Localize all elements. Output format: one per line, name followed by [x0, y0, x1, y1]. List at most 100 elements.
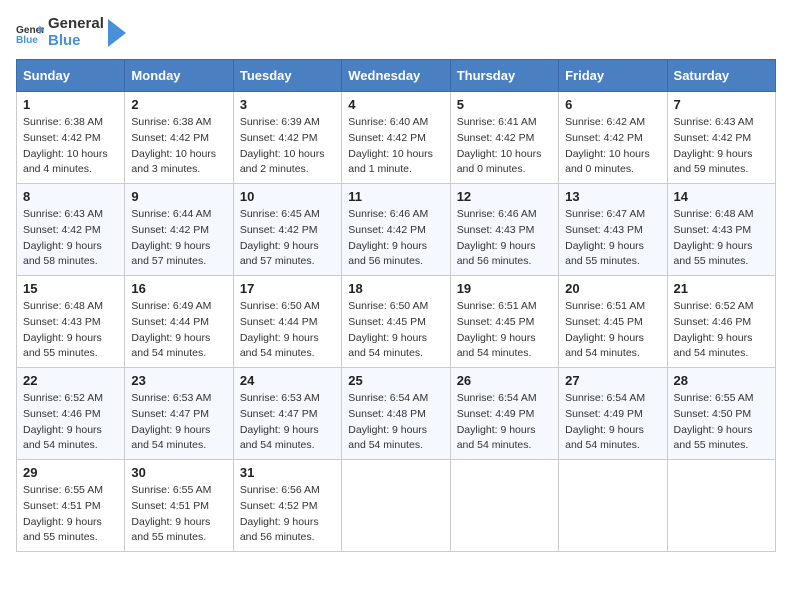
calendar-day-cell: 12Sunrise: 6:46 AMSunset: 4:43 PMDayligh… [450, 184, 558, 276]
weekday-header-cell: Saturday [667, 60, 775, 92]
day-info: Sunrise: 6:54 AMSunset: 4:49 PMDaylight:… [457, 391, 552, 454]
calendar-day-cell: 27 Sunrise: 6:54 AMSunset: 4:49 PMDayligh… [559, 368, 667, 460]
day-number: 19 [457, 281, 552, 296]
day-number: 29 [23, 465, 118, 480]
calendar-day-cell [342, 460, 450, 552]
day-number: 17 [240, 281, 335, 296]
day-info: Sunrise: 6:50 AMSunset: 4:44 PMDaylight:… [240, 299, 335, 362]
day-number: 23 [131, 373, 226, 388]
day-info: Sunrise: 6:54 AMSunset: 4:49 PMDaylight:… [565, 391, 660, 454]
logo-general-text: General [48, 16, 104, 33]
day-number: 13 [565, 189, 660, 204]
day-info: Sunrise: 6:46 AMSunset: 4:43 PMDaylight:… [457, 207, 552, 270]
day-info: Sunrise: 6:39 AMSunset: 4:42 PMDaylight:… [240, 115, 335, 178]
calendar-day-cell: 25 Sunrise: 6:54 AMSunset: 4:48 PMDayligh… [342, 368, 450, 460]
calendar-day-cell: 9 Sunrise: 6:44 AMSunset: 4:42 PMDaylight… [125, 184, 233, 276]
calendar-table: SundayMondayTuesdayWednesdayThursdayFrid… [16, 59, 776, 552]
calendar-day-cell: 2Sunrise: 6:38 AMSunset: 4:42 PMDaylight… [125, 92, 233, 184]
day-info: Sunrise: 6:55 AMSunset: 4:50 PMDaylight:… [674, 391, 769, 454]
calendar-day-cell: 16Sunrise: 6:49 AMSunset: 4:44 PMDayligh… [125, 276, 233, 368]
day-number: 5 [457, 97, 552, 112]
calendar-day-cell: 22 Sunrise: 6:52 AMSunset: 4:46 PMDayligh… [17, 368, 125, 460]
day-info: Sunrise: 6:43 AMSunset: 4:42 PMDaylight:… [674, 115, 769, 178]
day-number: 11 [348, 189, 443, 204]
day-number: 10 [240, 189, 335, 204]
day-info: Sunrise: 6:40 AMSunset: 4:42 PMDaylight:… [348, 115, 443, 178]
day-number: 27 [565, 373, 660, 388]
calendar-day-cell: 6 Sunrise: 6:42 AMSunset: 4:42 PMDaylight… [559, 92, 667, 184]
day-number: 26 [457, 373, 552, 388]
calendar-day-cell [450, 460, 558, 552]
day-info: Sunrise: 6:51 AMSunset: 4:45 PMDaylight:… [457, 299, 552, 362]
day-info: Sunrise: 6:54 AMSunset: 4:48 PMDaylight:… [348, 391, 443, 454]
day-number: 6 [565, 97, 660, 112]
day-info: Sunrise: 6:51 AMSunset: 4:45 PMDaylight:… [565, 299, 660, 362]
calendar-day-cell: 26 Sunrise: 6:54 AMSunset: 4:49 PMDayligh… [450, 368, 558, 460]
day-info: Sunrise: 6:48 AMSunset: 4:43 PMDaylight:… [674, 207, 769, 270]
day-number: 7 [674, 97, 769, 112]
calendar-week-row: 15 Sunrise: 6:48 AMSunset: 4:43 PMDayligh… [17, 276, 776, 368]
day-info: Sunrise: 6:53 AMSunset: 4:47 PMDaylight:… [131, 391, 226, 454]
calendar-day-cell: 11 Sunrise: 6:46 AMSunset: 4:42 PMDayligh… [342, 184, 450, 276]
day-number: 8 [23, 189, 118, 204]
calendar-day-cell: 14 Sunrise: 6:48 AMSunset: 4:43 PMDayligh… [667, 184, 775, 276]
day-number: 25 [348, 373, 443, 388]
calendar-day-cell: 21 Sunrise: 6:52 AMSunset: 4:46 PMDayligh… [667, 276, 775, 368]
day-info: Sunrise: 6:52 AMSunset: 4:46 PMDaylight:… [674, 299, 769, 362]
day-info: Sunrise: 6:46 AMSunset: 4:42 PMDaylight:… [348, 207, 443, 270]
calendar-day-cell: 28 Sunrise: 6:55 AMSunset: 4:50 PMDayligh… [667, 368, 775, 460]
calendar-body: 1 Sunrise: 6:38 AMSunset: 4:42 PMDaylight… [17, 92, 776, 552]
day-info: Sunrise: 6:45 AMSunset: 4:42 PMDaylight:… [240, 207, 335, 270]
calendar-day-cell: 5Sunrise: 6:41 AMSunset: 4:42 PMDaylight… [450, 92, 558, 184]
logo-arrow-icon [108, 19, 126, 47]
calendar-day-cell: 4 Sunrise: 6:40 AMSunset: 4:42 PMDaylight… [342, 92, 450, 184]
calendar-day-cell [559, 460, 667, 552]
day-number: 1 [23, 97, 118, 112]
day-info: Sunrise: 6:50 AMSunset: 4:45 PMDaylight:… [348, 299, 443, 362]
day-info: Sunrise: 6:44 AMSunset: 4:42 PMDaylight:… [131, 207, 226, 270]
weekday-header-cell: Friday [559, 60, 667, 92]
calendar-day-cell: 1 Sunrise: 6:38 AMSunset: 4:42 PMDaylight… [17, 92, 125, 184]
day-number: 21 [674, 281, 769, 296]
weekday-header-cell: Sunday [17, 60, 125, 92]
calendar-week-row: 29 Sunrise: 6:55 AMSunset: 4:51 PMDayligh… [17, 460, 776, 552]
day-number: 20 [565, 281, 660, 296]
day-number: 30 [131, 465, 226, 480]
day-number: 28 [674, 373, 769, 388]
weekday-header-cell: Tuesday [233, 60, 341, 92]
day-number: 4 [348, 97, 443, 112]
calendar-day-cell: 30 Sunrise: 6:55 AMSunset: 4:51 PMDayligh… [125, 460, 233, 552]
calendar-day-cell: 19 Sunrise: 6:51 AMSunset: 4:45 PMDayligh… [450, 276, 558, 368]
day-number: 18 [348, 281, 443, 296]
day-info: Sunrise: 6:53 AMSunset: 4:47 PMDaylight:… [240, 391, 335, 454]
day-number: 15 [23, 281, 118, 296]
calendar-day-cell: 13 Sunrise: 6:47 AMSunset: 4:43 PMDayligh… [559, 184, 667, 276]
weekday-header-cell: Wednesday [342, 60, 450, 92]
day-number: 9 [131, 189, 226, 204]
day-number: 14 [674, 189, 769, 204]
calendar-day-cell: 8 Sunrise: 6:43 AMSunset: 4:42 PMDaylight… [17, 184, 125, 276]
day-info: Sunrise: 6:56 AMSunset: 4:52 PMDaylight:… [240, 483, 335, 546]
day-info: Sunrise: 6:38 AMSunset: 4:42 PMDaylight:… [23, 115, 118, 178]
logo: General Blue General Blue [16, 16, 126, 49]
day-number: 31 [240, 465, 335, 480]
calendar-week-row: 8 Sunrise: 6:43 AMSunset: 4:42 PMDaylight… [17, 184, 776, 276]
day-info: Sunrise: 6:55 AMSunset: 4:51 PMDaylight:… [23, 483, 118, 546]
day-info: Sunrise: 6:42 AMSunset: 4:42 PMDaylight:… [565, 115, 660, 178]
weekday-header-cell: Monday [125, 60, 233, 92]
day-number: 22 [23, 373, 118, 388]
day-info: Sunrise: 6:48 AMSunset: 4:43 PMDaylight:… [23, 299, 118, 362]
weekday-header-cell: Thursday [450, 60, 558, 92]
day-info: Sunrise: 6:43 AMSunset: 4:42 PMDaylight:… [23, 207, 118, 270]
logo-icon: General Blue [16, 22, 44, 44]
calendar-day-cell [667, 460, 775, 552]
calendar-day-cell: 20 Sunrise: 6:51 AMSunset: 4:45 PMDayligh… [559, 276, 667, 368]
day-info: Sunrise: 6:52 AMSunset: 4:46 PMDaylight:… [23, 391, 118, 454]
calendar-day-cell: 10 Sunrise: 6:45 AMSunset: 4:42 PMDayligh… [233, 184, 341, 276]
calendar-day-cell: 31 Sunrise: 6:56 AMSunset: 4:52 PMDayligh… [233, 460, 341, 552]
day-info: Sunrise: 6:55 AMSunset: 4:51 PMDaylight:… [131, 483, 226, 546]
day-info: Sunrise: 6:49 AMSunset: 4:44 PMDaylight:… [131, 299, 226, 362]
day-info: Sunrise: 6:38 AMSunset: 4:42 PMDaylight:… [131, 115, 226, 178]
day-info: Sunrise: 6:47 AMSunset: 4:43 PMDaylight:… [565, 207, 660, 270]
calendar-week-row: 1 Sunrise: 6:38 AMSunset: 4:42 PMDaylight… [17, 92, 776, 184]
